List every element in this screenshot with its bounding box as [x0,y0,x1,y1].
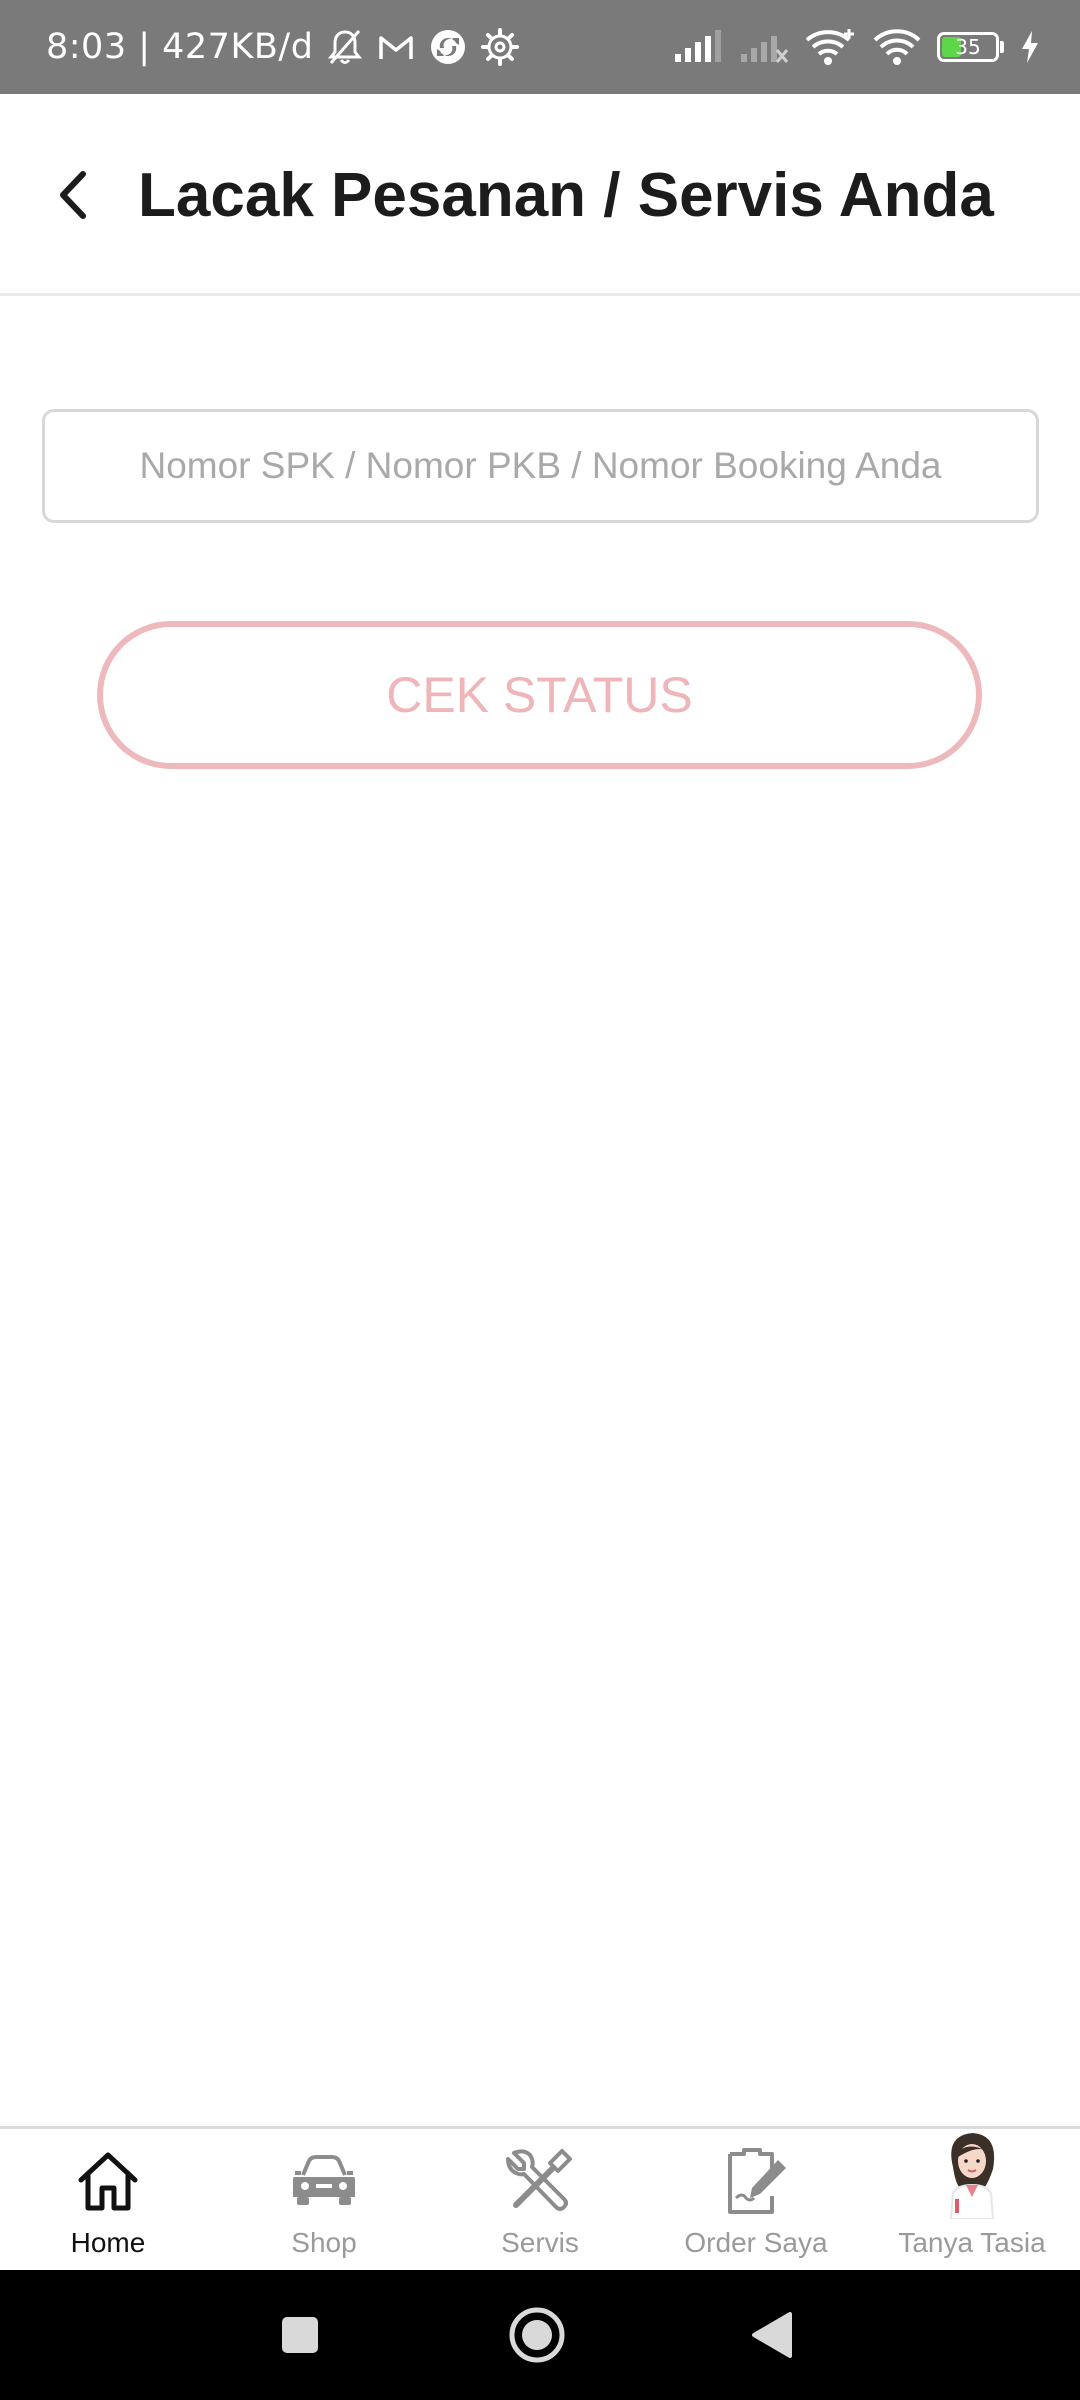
screen: 8:03 | 427KB/d 35 Lacak Pesanan / Servis… [0,0,1080,2400]
gmail-icon [377,32,415,62]
charging-icon [1020,30,1040,64]
nav-shop[interactable]: Shop [216,2129,432,2270]
tools-icon [502,2143,578,2219]
nav-tanya-tasia[interactable]: Tanya Tasia [864,2129,1080,2270]
cek-status-label: CEK STATUS [386,667,693,723]
signal-icon [673,30,723,64]
assistant-avatar-icon [934,2133,1010,2219]
chevron-left-icon [60,171,86,219]
back-button[interactable] [44,166,102,224]
bottom-nav: Home Shop Servis Order Saya Tanya Tasia [0,2126,1080,2270]
battery-icon: 35 [937,32,1004,62]
status-left: 8:03 | 427KB/d [46,27,520,67]
nav-home[interactable]: Home [0,2129,216,2270]
wifi-plus-icon [805,28,857,66]
system-nav-bar [0,2270,1080,2400]
back-triangle-icon[interactable] [750,2310,794,2360]
battery-body: 35 [937,32,999,62]
nav-servis[interactable]: Servis [432,2129,648,2270]
app-header: Lacak Pesanan / Servis Anda [0,94,1080,296]
nav-label-order-saya: Order Saya [684,2227,828,2258]
cek-status-button[interactable]: CEK STATUS [97,621,982,769]
clipboard-edit-icon [718,2143,794,2219]
nav-order-saya[interactable]: Order Saya [648,2129,864,2270]
battery-level: 35 [955,35,981,59]
car-icon [286,2143,362,2219]
mute-bell-icon [327,28,363,66]
battery-tip [1000,41,1004,53]
status-bar: 8:03 | 427KB/d 35 [0,0,1080,94]
status-right: 35 [673,28,1040,66]
sync-icon [429,28,467,66]
home-icon [70,2143,146,2219]
nav-label-shop: Shop [291,2227,357,2258]
order-number-input[interactable] [42,409,1039,523]
recents-square-icon[interactable] [280,2315,320,2355]
nav-label-home: Home [70,2227,146,2258]
nav-label-servis: Servis [501,2227,579,2258]
home-circle-icon[interactable] [507,2305,567,2365]
nav-label-tanya-tasia: Tanya Tasia [898,2227,1046,2258]
status-time: 8:03 | 427KB/d [46,27,314,67]
page-title: Lacak Pesanan / Servis Anda [138,161,994,230]
settings-icon [481,28,520,66]
wifi-icon [873,28,921,66]
signal-no-sim-icon [739,30,789,64]
